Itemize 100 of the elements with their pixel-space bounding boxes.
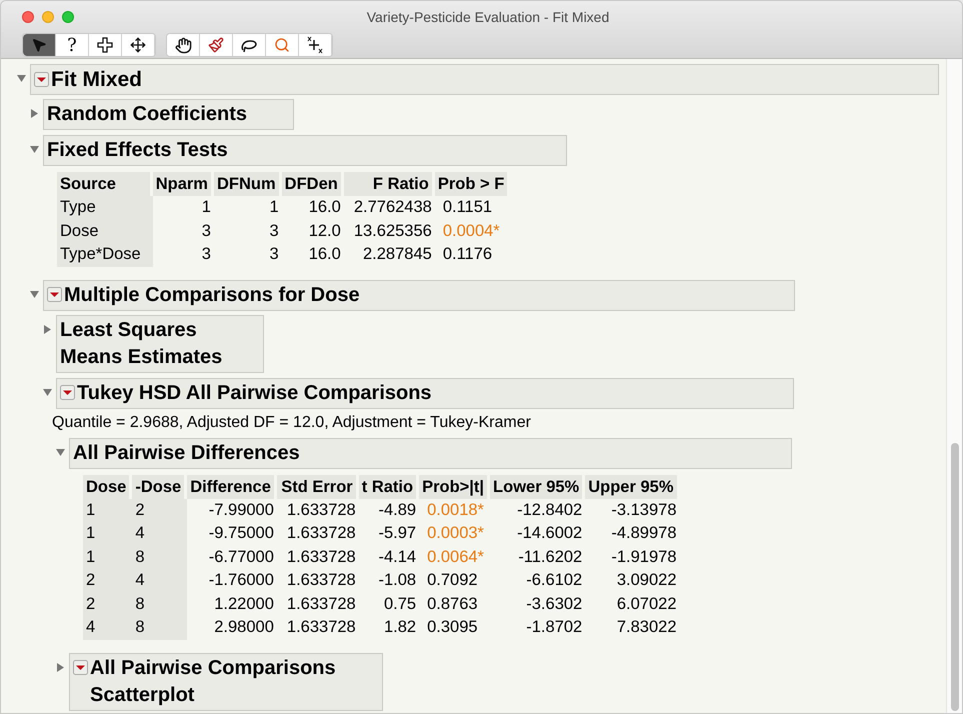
expand-triangle-icon[interactable] <box>30 109 39 118</box>
table-cell-text: 1.633728 <box>286 617 357 638</box>
table-cell: Type <box>57 196 153 220</box>
collapse-triangle-icon[interactable] <box>17 74 26 83</box>
table-cell-text: 0.75 <box>382 594 418 614</box>
tool-button[interactable] <box>167 34 200 56</box>
column-header: Dose <box>83 474 132 498</box>
collapse-triangle-icon[interactable] <box>43 388 52 396</box>
table-cell-text: -3.13978 <box>610 500 678 520</box>
outline-header[interactable]: Least Squares Means Estimates <box>56 314 264 372</box>
table-cell: 4 <box>132 522 188 546</box>
table-cell-text: -1.76000 <box>208 570 275 591</box>
table-cell-text: 2.98000 <box>213 617 275 638</box>
column-header: Std Error <box>276 474 359 498</box>
outline-title: Fixed Effects Tests <box>47 138 228 163</box>
table-cell-text: 0.0004* <box>442 220 501 242</box>
table-cell-text: 2.287845 <box>362 244 433 265</box>
table-cell-text: 0.8763 <box>426 594 479 614</box>
outline-header[interactable]: Tukey HSD All Pairwise Comparisons <box>56 378 794 408</box>
collapse-triangle-icon[interactable] <box>30 290 39 298</box>
table-cell-text: -7.99000 <box>208 500 275 520</box>
table-cell: 2 <box>83 569 132 592</box>
table-cell: 1 <box>83 498 132 522</box>
table-cell: 8 <box>132 616 188 640</box>
column-header: DFDen <box>282 172 344 196</box>
table-cell: 1 <box>83 522 132 546</box>
outline-header[interactable]: Fixed Effects Tests <box>43 135 567 166</box>
expand-triangle-icon[interactable] <box>43 324 52 334</box>
outline-header[interactable]: All Pairwise Differences <box>69 438 792 468</box>
table-cell-text: -3.6302 <box>525 594 584 614</box>
outline-title: All Pairwise Comparisons Scatterplot <box>90 656 337 708</box>
table-cell-text: 1.82 <box>382 617 418 638</box>
outline-header[interactable]: Random Coefficients <box>43 99 294 130</box>
table-cell-text: 3 <box>268 244 280 265</box>
table-cell-text: 16.0 <box>308 197 342 218</box>
crosshair-icon <box>97 37 113 53</box>
menu-icon[interactable] <box>73 660 88 675</box>
outline-header[interactable]: Fit Mixed <box>30 64 939 95</box>
table-cell-text: 1.633728 <box>286 500 357 520</box>
column-header: Difference <box>187 474 277 498</box>
zoom-button[interactable] <box>62 11 74 23</box>
close-button[interactable] <box>22 11 34 23</box>
table-cell: 8 <box>132 546 188 569</box>
table-cell-text: 1 <box>268 197 280 218</box>
column-header: F Ratio <box>344 172 435 196</box>
table-cell-text: -5.97 <box>377 523 418 544</box>
move-icon <box>130 37 146 53</box>
table-cell-text: 1.633728 <box>286 523 357 544</box>
outline-title: Random Coefficients <box>47 102 248 127</box>
table-cell-text: -4.14 <box>377 546 418 568</box>
menu-icon[interactable] <box>34 72 49 86</box>
outline-header[interactable]: Multiple Comparisons for Dose <box>43 280 795 310</box>
scrollbar[interactable] <box>946 59 962 713</box>
table-cell: 8 <box>132 592 188 616</box>
table-cell: Type*Dose <box>57 243 153 266</box>
table-cell-text: 0.0064* <box>426 546 485 568</box>
table-cell-text: 0.3095 <box>426 617 479 638</box>
collapse-triangle-icon[interactable] <box>30 145 39 154</box>
table-cell-text: 1.633728 <box>286 594 357 614</box>
tool-button[interactable] <box>23 34 56 56</box>
outline-title: Least Squares Means Estimates <box>60 318 224 370</box>
table-cell-text: 7.83022 <box>616 617 678 638</box>
pointer-icon <box>31 37 47 53</box>
table-cell-text: 1.22000 <box>213 594 275 614</box>
column-header: DFNum <box>214 172 282 196</box>
table-cell-text: 1.633728 <box>286 570 357 591</box>
table-cell-text: 12.0 <box>308 220 342 242</box>
table-cell-text: -1.8702 <box>525 617 584 638</box>
table-cell-text: 0.1176 <box>442 244 494 265</box>
expand-triangle-icon[interactable] <box>56 662 65 672</box>
table-cell-text: 3 <box>200 244 212 265</box>
outline-title: All Pairwise Differences <box>73 440 300 466</box>
menu-icon[interactable] <box>60 385 75 400</box>
table-cell-text: 6.07022 <box>616 594 678 614</box>
table-cell-text: -12.8402 <box>516 500 584 520</box>
scroll-thumb[interactable] <box>950 443 958 711</box>
brush-icon <box>208 37 224 53</box>
table-cell-text: -4.89 <box>377 500 418 520</box>
table-cell-text: -1.08 <box>377 570 418 591</box>
adjustment-note: Quantile = 2.9688, Adjusted DF = 12.0, Adjustment = Tukey-Kramer <box>52 412 532 432</box>
scale-icon <box>306 36 324 54</box>
table-cell-text: 3.09022 <box>616 570 678 591</box>
table-cell-text: 13.625356 <box>352 220 433 242</box>
table-cell-text: 3 <box>200 220 212 242</box>
table-cell-text: 0.0018* <box>426 500 485 520</box>
table-cell-text: 0.1151 <box>442 197 494 218</box>
table-cell: 1 <box>83 546 132 569</box>
column-header: Upper 95% <box>585 474 680 498</box>
column-header: Source <box>57 172 153 196</box>
table-cell: 2 <box>83 592 132 616</box>
menu-icon[interactable] <box>47 287 62 302</box>
table-cell-text: -14.6002 <box>516 523 584 544</box>
collapse-triangle-icon[interactable] <box>56 448 65 456</box>
column-header: Nparm <box>152 172 214 196</box>
table-cell: Dose <box>57 220 153 243</box>
table-cell-text: -1.91978 <box>610 546 678 568</box>
window-title: Variety-Pesticide Evaluation - Fit Mixed <box>366 8 610 27</box>
outline-header[interactable]: All Pairwise Comparisons Scatterplot <box>69 652 383 710</box>
table-cell-text: -6.77000 <box>208 546 275 568</box>
table-cell: 4 <box>83 616 132 640</box>
